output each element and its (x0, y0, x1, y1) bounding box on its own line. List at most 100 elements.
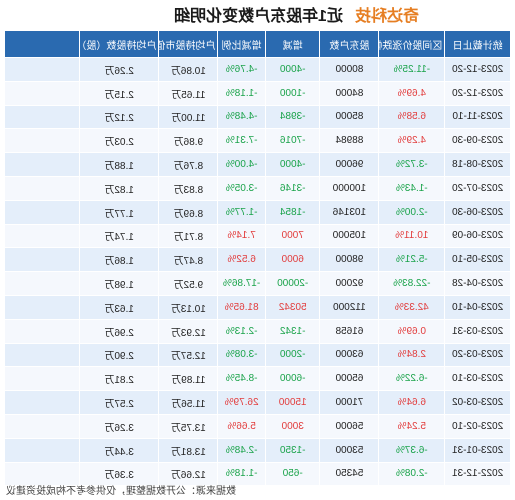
cell-date: 2023-06-09 (444, 224, 511, 248)
cell-change-pct: -4.76% (217, 57, 266, 82)
cell-price-change: -1.43% (378, 176, 445, 201)
brand-name: 奇达科技 (354, 8, 419, 25)
cell-price-change: -6.22% (378, 366, 445, 391)
cell-holders: 84000 (319, 81, 379, 106)
table-row: 2023-05-10 -5.21% 98000 6000 6.52% 8.47万 1.86万 (4, 247, 511, 272)
cell-avg-value: 11.56万 (158, 390, 218, 415)
cell-date: 2023-03-20 (444, 343, 511, 367)
cell-change: -6000 (265, 366, 320, 391)
cell-avg-shares: 2.90万 (79, 343, 159, 367)
cell-change: 15000 (265, 390, 320, 415)
cell-avg-value: 9.86万 (158, 128, 218, 153)
cell-date: 2023-04-28 (444, 271, 511, 296)
cell-avg-value: 8.69万 (158, 200, 218, 225)
cell-spacer (4, 128, 80, 153)
cell-price-change: -6.37% (378, 438, 445, 463)
cell-change-pct: -1.18% (217, 81, 266, 106)
cell-change: -7016 (265, 128, 320, 153)
cell-spacer (4, 57, 80, 82)
cell-avg-value: 10.13万 (158, 295, 218, 320)
cell-price-change: 6.64% (378, 390, 445, 415)
table-row: 2023-03-02 6.64% 71000 15000 26.79% 11.56万 2.5… (4, 390, 511, 415)
header-date: 统计截止日 (444, 30, 511, 58)
cell-spacer (4, 366, 80, 391)
cell-avg-shares: 1.86万 (79, 247, 159, 272)
cell-change: 6000 (265, 247, 320, 272)
cell-avg-shares: 1.98万 (79, 271, 159, 296)
cell-price-change: 2.84% (378, 343, 445, 367)
cell-change-pct: -4.48% (217, 105, 266, 129)
cell-avg-value: 13.81万 (158, 438, 218, 463)
cell-change-pct: 81.65% (217, 295, 266, 320)
cell-date: 2023-04-10 (444, 295, 511, 320)
cell-spacer (4, 438, 80, 463)
cell-date: 2023-03-02 (444, 390, 511, 415)
cell-change: -4000 (265, 152, 320, 177)
cell-price-change: -5.21% (378, 247, 445, 272)
cell-price-change: -2.00% (378, 200, 445, 225)
cell-date: 2023-11-10 (444, 105, 511, 129)
cell-spacer (4, 319, 80, 344)
cell-holders: 112000 (319, 295, 379, 320)
cell-date: 2023-12-20 (444, 81, 511, 106)
cell-change: 50342 (265, 295, 320, 320)
table-row: 2023-02-10 5.24% 56000 3000 5.66% 13.75万 3.26万 (4, 414, 511, 439)
cell-change-pct: -3.08% (217, 343, 266, 367)
cell-avg-shares: 1.74万 (79, 224, 159, 248)
table-row: 2023-01-31 -6.37% 53000 -1350 -2.48% 13.81万 3.… (4, 438, 511, 463)
cell-avg-shares: 2.12万 (79, 105, 159, 129)
table-row: 2023-04-10 42.33% 112000 50342 81.65% 10.13万 1… (4, 295, 511, 320)
cell-avg-shares: 2.15万 (79, 81, 159, 106)
cell-price-change: 4.69% (378, 81, 445, 106)
cell-spacer (4, 343, 80, 367)
cell-holders: 100000 (319, 176, 379, 201)
table-body: 2023-12-20 -11.25% 80000 -4000 -4.76% 10.86万 2… (4, 57, 511, 486)
cell-price-change: 0.69% (378, 319, 445, 344)
cell-date: 2023-02-10 (444, 414, 511, 439)
cell-change-pct: 26.79% (217, 390, 266, 415)
cell-avg-shares: 1.88万 (79, 152, 159, 177)
cell-change-pct: 7.14% (217, 224, 266, 248)
cell-price-change: 4.29% (378, 128, 445, 153)
cell-avg-value: 9.52万 (158, 271, 218, 296)
cell-spacer (4, 414, 80, 439)
cell-change: -1350 (265, 438, 320, 463)
cell-change: -1000 (265, 81, 320, 106)
shareholder-table: 统计截止日 区间股价涨跌幅 股东户数 增减 增减比例 户均持股市值（元） 户均持… (4, 30, 511, 486)
cell-avg-shares: 1.77万 (79, 200, 159, 225)
cell-change-pct: -17.86% (217, 271, 266, 296)
cell-change: -3984 (265, 105, 320, 129)
cell-holders: 98000 (319, 247, 379, 272)
cell-date: 2023-06-30 (444, 200, 511, 225)
cell-date: 2023-12-20 (444, 57, 511, 82)
cell-holders: 105000 (319, 224, 379, 248)
mirrored-canvas: 奇达科技 近1年股东户数变化明细 统计截止日 区间股价涨跌幅 股东户数 增减 增… (0, 0, 515, 500)
cell-avg-value: 13.75万 (158, 414, 218, 439)
cell-holders: 92000 (319, 271, 379, 296)
cell-holders: 85000 (319, 105, 379, 129)
cell-spacer (4, 81, 80, 106)
table-row: 2023-12-20 4.69% 84000 -1000 -1.18% 11.65万 2.1… (4, 81, 511, 106)
cell-price-change: -11.25% (378, 57, 445, 82)
cell-date: 2023-01-31 (444, 438, 511, 463)
header-holders: 股东户数 (319, 30, 379, 58)
cell-avg-value: 8.83万 (158, 176, 218, 201)
cell-holders: 53000 (319, 438, 379, 463)
cell-date: 2023-03-31 (444, 319, 511, 344)
table-row: 2023-03-31 0.69% 61658 -1342 -2.13% 12.93万 2.9… (4, 319, 511, 344)
cell-holders: 96000 (319, 152, 379, 177)
cell-avg-shares: 2.96万 (79, 319, 159, 344)
cell-holders: 61658 (319, 319, 379, 344)
table-row: 2023-08-18 -3.72% 96000 -4000 -4.00% 8.76万 1.8… (4, 152, 511, 177)
header-avg-shares: 户均持股数（股） (79, 30, 159, 58)
cell-spacer (4, 390, 80, 415)
cell-change-pct: -8.45% (217, 366, 266, 391)
header-price-change: 区间股价涨跌幅 (378, 30, 445, 58)
cell-change-pct: -2.13% (217, 319, 266, 344)
cell-date: 2023-03-10 (444, 366, 511, 391)
table-row: 2023-06-09 10.11% 105000 7000 7.14% 8.71万 1.74… (4, 224, 511, 248)
cell-change: 7000 (265, 224, 320, 248)
cell-avg-value: 8.71万 (158, 224, 218, 248)
cell-spacer (4, 152, 80, 177)
table-row: 2023-11-10 6.58% 85000 -3984 -4.48% 11.00万 2.1… (4, 105, 511, 129)
